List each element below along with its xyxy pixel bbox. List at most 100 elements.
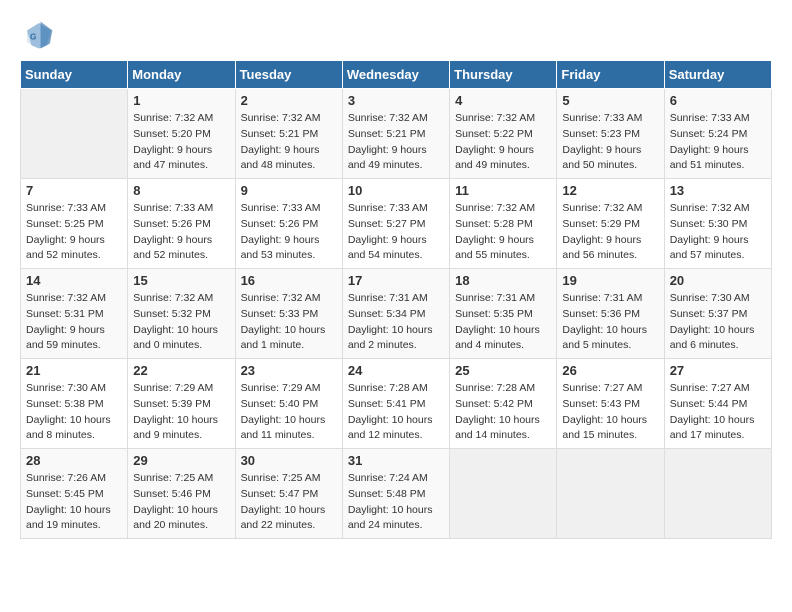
calendar-cell: 28 Sunrise: 7:26 AMSunset: 5:45 PMDayligh… (21, 449, 128, 539)
week-row-2: 7Sunrise: 7:33 AMSunset: 5:25 PMDaylight… (21, 179, 772, 269)
day-number: 1 (133, 93, 229, 108)
day-info: Sunrise: 7:33 AMSunset: 5:25 PMDaylight:… (26, 201, 122, 264)
weekday-header-monday: Monday (128, 61, 235, 89)
day-info: Sunrise: 7:33 AMSunset: 5:24 PMDaylight:… (670, 111, 766, 174)
calendar-cell: 11 Sunrise: 7:32 AMSunset: 5:28 PMDayligh… (450, 179, 557, 269)
logo-icon: G (24, 20, 54, 50)
day-info: Sunrise: 7:31 AMSunset: 5:36 PMDaylight:… (562, 291, 658, 354)
day-number: 22 (133, 363, 229, 378)
calendar-cell: 30Sunrise: 7:25 AMSunset: 5:47 PMDayligh… (235, 449, 342, 539)
week-row-5: 28 Sunrise: 7:26 AMSunset: 5:45 PMDayligh… (21, 449, 772, 539)
day-info: Sunrise: 7:33 AMSunset: 5:26 PMDaylight:… (241, 201, 337, 264)
day-number: 3 (348, 93, 444, 108)
calendar-cell (21, 89, 128, 179)
calendar-cell: 15 Sunrise: 7:32 AMSunset: 5:32 PMDayligh… (128, 269, 235, 359)
calendar-cell: 10 Sunrise: 7:33 AMSunset: 5:27 PMDayligh… (342, 179, 449, 269)
calendar-cell: 20 Sunrise: 7:30 AMSunset: 5:37 PMDayligh… (664, 269, 771, 359)
day-info: Sunrise: 7:32 AMSunset: 5:21 PMDaylight:… (241, 111, 337, 174)
day-info: Sunrise: 7:26 AMSunset: 5:45 PMDaylight:… (26, 471, 122, 534)
week-row-3: 14 Sunrise: 7:32 AMSunset: 5:31 PMDayligh… (21, 269, 772, 359)
logo: G (20, 20, 56, 50)
calendar-cell: 12 Sunrise: 7:32 AMSunset: 5:29 PMDayligh… (557, 179, 664, 269)
day-number: 24 (348, 363, 444, 378)
day-info: Sunrise: 7:32 AMSunset: 5:28 PMDaylight:… (455, 201, 551, 264)
day-info: Sunrise: 7:29 AMSunset: 5:40 PMDaylight:… (241, 381, 337, 444)
day-info: Sunrise: 7:32 AMSunset: 5:30 PMDaylight:… (670, 201, 766, 264)
day-info: Sunrise: 7:33 AMSunset: 5:27 PMDaylight:… (348, 201, 444, 264)
day-number: 20 (670, 273, 766, 288)
calendar-cell: 31 Sunrise: 7:24 AMSunset: 5:48 PMDayligh… (342, 449, 449, 539)
calendar-table: SundayMondayTuesdayWednesdayThursdayFrid… (20, 60, 772, 539)
day-info: Sunrise: 7:30 AMSunset: 5:37 PMDaylight:… (670, 291, 766, 354)
calendar-cell: 17 Sunrise: 7:31 AMSunset: 5:34 PMDayligh… (342, 269, 449, 359)
day-number: 17 (348, 273, 444, 288)
day-number: 31 (348, 453, 444, 468)
day-info: Sunrise: 7:24 AMSunset: 5:48 PMDaylight:… (348, 471, 444, 534)
day-number: 11 (455, 183, 551, 198)
day-info: Sunrise: 7:28 AMSunset: 5:41 PMDaylight:… (348, 381, 444, 444)
page-header: G (20, 20, 772, 50)
calendar-cell: 23 Sunrise: 7:29 AMSunset: 5:40 PMDayligh… (235, 359, 342, 449)
day-info: Sunrise: 7:31 AMSunset: 5:34 PMDaylight:… (348, 291, 444, 354)
weekday-header-wednesday: Wednesday (342, 61, 449, 89)
weekday-header-friday: Friday (557, 61, 664, 89)
day-number: 10 (348, 183, 444, 198)
day-info: Sunrise: 7:32 AMSunset: 5:29 PMDaylight:… (562, 201, 658, 264)
weekday-header-row: SundayMondayTuesdayWednesdayThursdayFrid… (21, 61, 772, 89)
calendar-cell: 29Sunrise: 7:25 AMSunset: 5:46 PMDayligh… (128, 449, 235, 539)
day-info: Sunrise: 7:27 AMSunset: 5:43 PMDaylight:… (562, 381, 658, 444)
day-number: 6 (670, 93, 766, 108)
calendar-cell: 6 Sunrise: 7:33 AMSunset: 5:24 PMDaylight… (664, 89, 771, 179)
day-number: 2 (241, 93, 337, 108)
day-info: Sunrise: 7:32 AMSunset: 5:31 PMDaylight:… (26, 291, 122, 354)
calendar-cell: 27 Sunrise: 7:27 AMSunset: 5:44 PMDayligh… (664, 359, 771, 449)
day-number: 27 (670, 363, 766, 378)
day-number: 4 (455, 93, 551, 108)
day-number: 15 (133, 273, 229, 288)
day-number: 26 (562, 363, 658, 378)
calendar-cell (450, 449, 557, 539)
day-info: Sunrise: 7:32 AMSunset: 5:21 PMDaylight:… (348, 111, 444, 174)
calendar-cell: 24 Sunrise: 7:28 AMSunset: 5:41 PMDayligh… (342, 359, 449, 449)
day-info: Sunrise: 7:25 AMSunset: 5:47 PMDaylight:… (241, 471, 337, 534)
day-info: Sunrise: 7:32 AMSunset: 5:33 PMDaylight:… (241, 291, 337, 354)
calendar-cell: 5Sunrise: 7:33 AMSunset: 5:23 PMDaylight… (557, 89, 664, 179)
day-info: Sunrise: 7:25 AMSunset: 5:46 PMDaylight:… (133, 471, 229, 534)
day-number: 13 (670, 183, 766, 198)
day-number: 8 (133, 183, 229, 198)
day-number: 16 (241, 273, 337, 288)
day-info: Sunrise: 7:32 AMSunset: 5:32 PMDaylight:… (133, 291, 229, 354)
calendar-cell: 8Sunrise: 7:33 AMSunset: 5:26 PMDaylight… (128, 179, 235, 269)
calendar-cell: 7Sunrise: 7:33 AMSunset: 5:25 PMDaylight… (21, 179, 128, 269)
day-info: Sunrise: 7:33 AMSunset: 5:23 PMDaylight:… (562, 111, 658, 174)
day-info: Sunrise: 7:29 AMSunset: 5:39 PMDaylight:… (133, 381, 229, 444)
week-row-1: 1 Sunrise: 7:32 AMSunset: 5:20 PMDaylight… (21, 89, 772, 179)
day-number: 12 (562, 183, 658, 198)
day-number: 18 (455, 273, 551, 288)
calendar-cell: 4 Sunrise: 7:32 AMSunset: 5:22 PMDaylight… (450, 89, 557, 179)
calendar-cell: 2 Sunrise: 7:32 AMSunset: 5:21 PMDaylight… (235, 89, 342, 179)
week-row-4: 21 Sunrise: 7:30 AMSunset: 5:38 PMDayligh… (21, 359, 772, 449)
calendar-cell (664, 449, 771, 539)
calendar-cell: 16 Sunrise: 7:32 AMSunset: 5:33 PMDayligh… (235, 269, 342, 359)
calendar-cell: 9 Sunrise: 7:33 AMSunset: 5:26 PMDaylight… (235, 179, 342, 269)
weekday-header-saturday: Saturday (664, 61, 771, 89)
calendar-header: SundayMondayTuesdayWednesdayThursdayFrid… (21, 61, 772, 89)
day-number: 28 (26, 453, 122, 468)
day-info: Sunrise: 7:30 AMSunset: 5:38 PMDaylight:… (26, 381, 122, 444)
day-number: 21 (26, 363, 122, 378)
weekday-header-sunday: Sunday (21, 61, 128, 89)
svg-text:G: G (30, 33, 36, 42)
calendar-cell: 13 Sunrise: 7:32 AMSunset: 5:30 PMDayligh… (664, 179, 771, 269)
day-number: 23 (241, 363, 337, 378)
day-info: Sunrise: 7:32 AMSunset: 5:20 PMDaylight:… (133, 111, 229, 174)
calendar-cell: 18Sunrise: 7:31 AMSunset: 5:35 PMDayligh… (450, 269, 557, 359)
weekday-header-thursday: Thursday (450, 61, 557, 89)
calendar-cell: 22 Sunrise: 7:29 AMSunset: 5:39 PMDayligh… (128, 359, 235, 449)
calendar-cell: 21 Sunrise: 7:30 AMSunset: 5:38 PMDayligh… (21, 359, 128, 449)
day-info: Sunrise: 7:27 AMSunset: 5:44 PMDaylight:… (670, 381, 766, 444)
day-info: Sunrise: 7:32 AMSunset: 5:22 PMDaylight:… (455, 111, 551, 174)
calendar-cell: 1 Sunrise: 7:32 AMSunset: 5:20 PMDaylight… (128, 89, 235, 179)
day-number: 14 (26, 273, 122, 288)
day-number: 9 (241, 183, 337, 198)
